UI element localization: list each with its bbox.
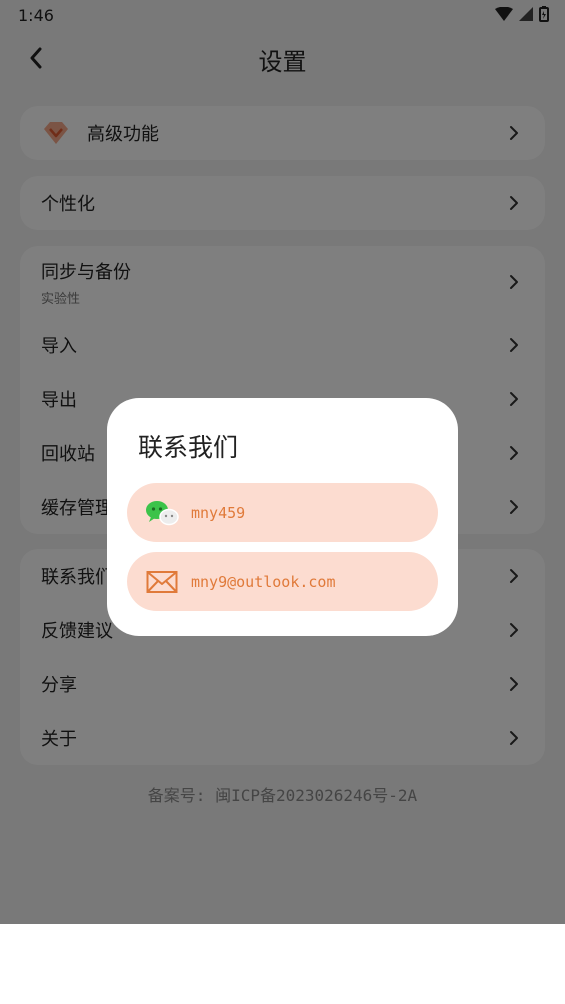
email-contact-button[interactable]: mny9@outlook.com bbox=[127, 552, 438, 611]
wechat-id: mny459 bbox=[191, 503, 246, 522]
wechat-contact-button[interactable]: mny459 bbox=[127, 483, 438, 542]
settings-screen: 1:46 设置 高级功能 个性化 bbox=[0, 0, 565, 924]
wechat-icon bbox=[145, 499, 179, 527]
mail-icon bbox=[145, 568, 179, 596]
dialog-title: 联系我们 bbox=[138, 433, 239, 462]
contact-dialog: 联系我们 mny459 mny9@outlook.com bbox=[107, 398, 458, 636]
email-address: mny9@outlook.com bbox=[191, 572, 336, 591]
